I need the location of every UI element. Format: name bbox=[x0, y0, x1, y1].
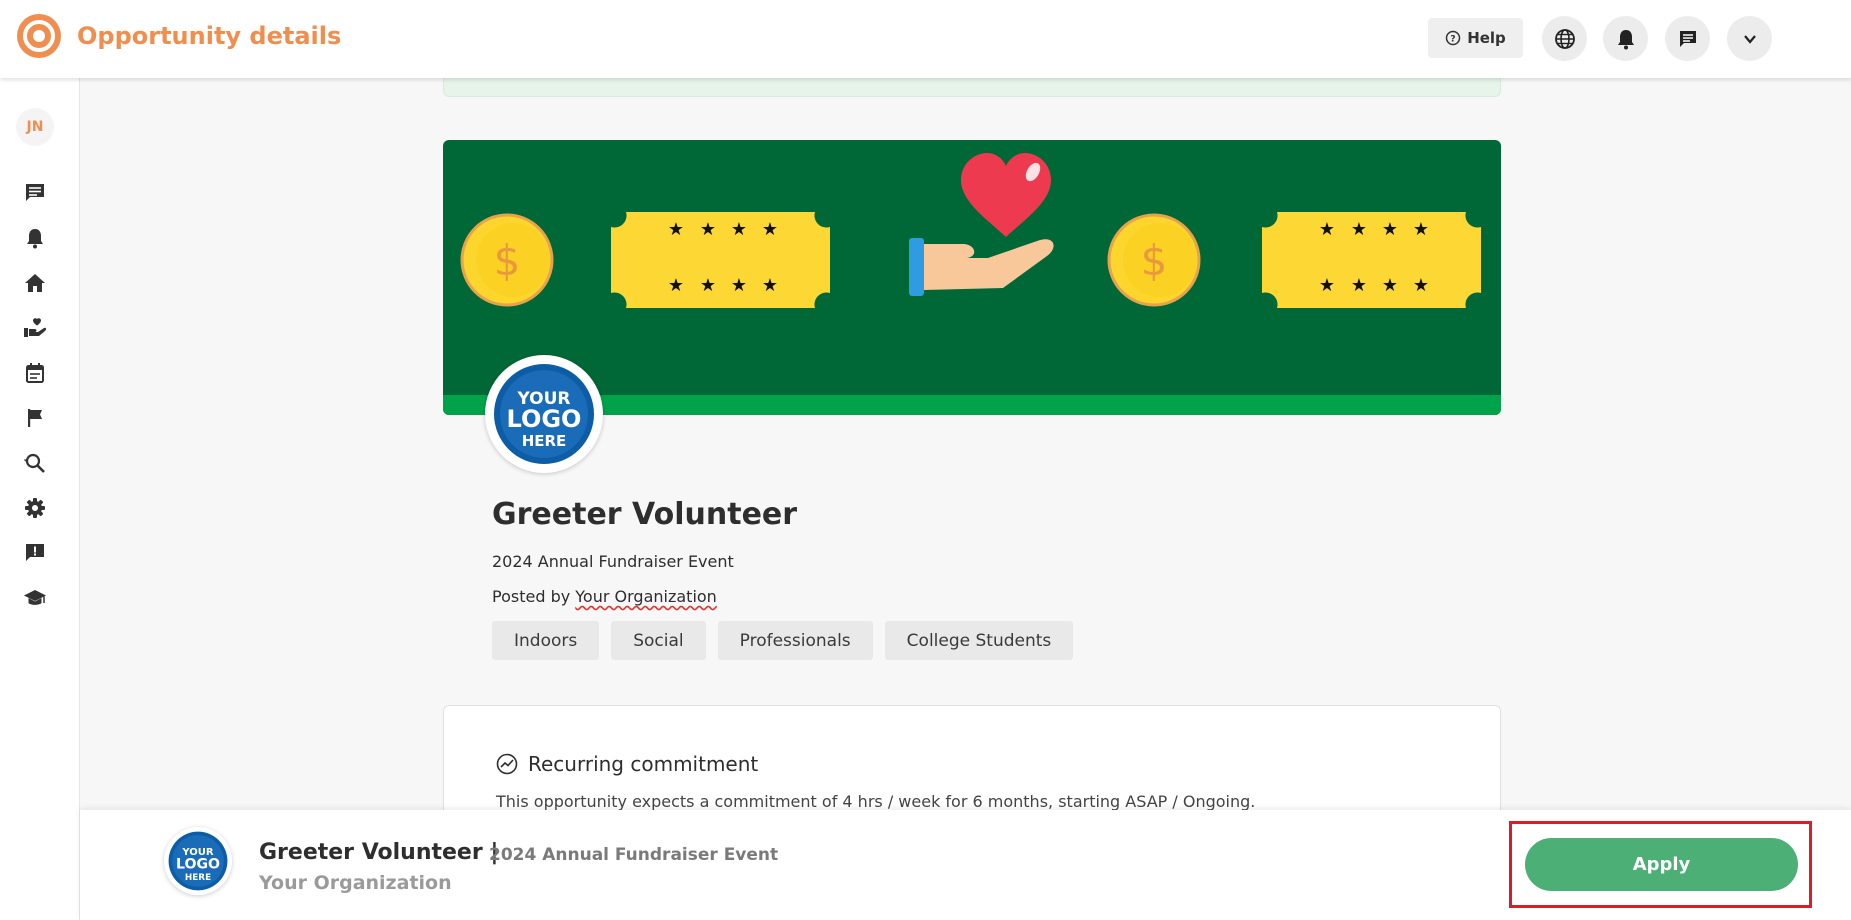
svg-text:★: ★ bbox=[1413, 219, 1429, 240]
svg-text:$: $ bbox=[1141, 236, 1168, 285]
svg-text:$: $ bbox=[494, 236, 521, 285]
opportunity-title: Greeter Volunteer bbox=[492, 497, 798, 532]
help-label: Help bbox=[1467, 29, 1506, 47]
svg-text:★: ★ bbox=[1382, 275, 1398, 296]
svg-text:★: ★ bbox=[700, 219, 716, 240]
svg-text:★: ★ bbox=[1319, 219, 1335, 240]
chevron-down-icon bbox=[1743, 34, 1756, 44]
account-menu-button[interactable] bbox=[1727, 16, 1772, 61]
help-button[interactable]: ? Help bbox=[1428, 18, 1523, 58]
small-logo-line-2: LOGO bbox=[176, 857, 220, 873]
messages-button[interactable] bbox=[1665, 16, 1710, 61]
notifications-button[interactable] bbox=[1603, 16, 1648, 61]
svg-text:★: ★ bbox=[762, 275, 778, 296]
flag-icon[interactable] bbox=[22, 405, 48, 431]
svg-text:★: ★ bbox=[762, 219, 778, 240]
svg-text:★: ★ bbox=[1413, 275, 1429, 296]
tag-professionals: Professionals bbox=[717, 621, 873, 660]
commitment-text: This opportunity expects a commitment of… bbox=[496, 792, 1256, 811]
top-header: Opportunity details ? Help bbox=[0, 0, 1851, 78]
svg-text:?: ? bbox=[1451, 35, 1456, 45]
avatar[interactable]: JN bbox=[16, 108, 54, 146]
commitment-title: Recurring commitment bbox=[528, 752, 759, 776]
page-title: Opportunity details bbox=[77, 22, 342, 50]
tag-social: Social bbox=[611, 621, 706, 660]
posted-by: Posted by Your Organization bbox=[492, 587, 717, 606]
organization-logo: YOUR LOGO HERE bbox=[485, 355, 603, 473]
language-button[interactable] bbox=[1542, 16, 1587, 61]
app-logo-icon[interactable] bbox=[16, 13, 62, 59]
bottom-bar-organization: Your Organization bbox=[259, 872, 452, 894]
bottom-bar-title: Greeter Volunteer | bbox=[259, 840, 499, 865]
feedback-icon[interactable] bbox=[22, 540, 48, 566]
globe-icon bbox=[1554, 28, 1575, 49]
graduation-cap-icon[interactable] bbox=[22, 585, 48, 611]
apply-bar: YOUR LOGO HERE Greeter Volunteer | 2024 … bbox=[80, 810, 1851, 920]
svg-text:★: ★ bbox=[1351, 275, 1367, 296]
small-logo-line-3: HERE bbox=[185, 873, 211, 883]
chat-icon[interactable] bbox=[22, 180, 48, 206]
bell-icon bbox=[1617, 29, 1634, 49]
svg-text:★: ★ bbox=[1319, 275, 1335, 296]
volunteer-hand-icon[interactable] bbox=[22, 315, 48, 341]
bell-icon[interactable] bbox=[22, 225, 48, 251]
organization-link[interactable]: Your Organization bbox=[575, 587, 717, 606]
svg-text:★: ★ bbox=[700, 275, 716, 296]
tag-indoors: Indoors bbox=[492, 621, 600, 660]
bottom-bar-event: 2024 Annual Fundraiser Event bbox=[489, 845, 779, 865]
event-name: 2024 Annual Fundraiser Event bbox=[492, 552, 734, 571]
search-refresh-icon[interactable] bbox=[22, 450, 48, 476]
sidebar: JN bbox=[0, 78, 80, 920]
gear-icon[interactable] bbox=[22, 495, 48, 521]
organization-logo-small: YOUR LOGO HERE bbox=[164, 827, 232, 895]
home-icon[interactable] bbox=[22, 270, 48, 296]
logo-text-line-3: HERE bbox=[522, 432, 567, 450]
svg-text:★: ★ bbox=[1382, 219, 1398, 240]
calendar-icon[interactable] bbox=[22, 360, 48, 386]
posted-by-label: Posted by bbox=[492, 587, 571, 606]
svg-text:★: ★ bbox=[1351, 219, 1367, 240]
message-icon bbox=[1679, 30, 1696, 47]
tag-college-students: College Students bbox=[884, 621, 1074, 660]
svg-text:★: ★ bbox=[668, 219, 684, 240]
svg-text:★: ★ bbox=[731, 275, 747, 296]
question-circle-icon: ? bbox=[1445, 30, 1461, 46]
apply-button[interactable]: Apply bbox=[1525, 838, 1798, 891]
svg-text:★: ★ bbox=[731, 219, 747, 240]
tag-list: Indoors Social Professionals College Stu… bbox=[492, 621, 1074, 660]
trend-icon bbox=[496, 753, 518, 775]
commitment-heading: Recurring commitment bbox=[496, 752, 758, 776]
logo-text-line-2: LOGO bbox=[507, 405, 582, 433]
svg-text:★: ★ bbox=[668, 275, 684, 296]
opportunity-banner-image: $ ★ ★ ★ ★ ★ ★ ★ ★ $ ★ ★ ★ ★ ★ ★ ★ ★ bbox=[443, 140, 1501, 415]
